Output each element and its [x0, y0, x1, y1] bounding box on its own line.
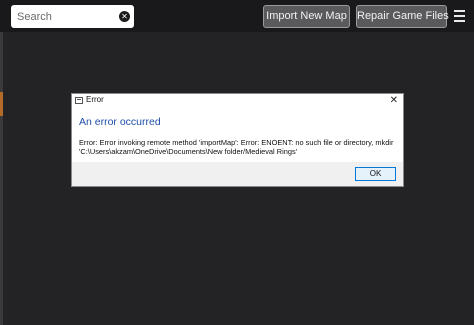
import-new-map-button[interactable]: Import New Map [263, 5, 350, 28]
dialog-heading: An error occurred [79, 116, 161, 128]
message-line-1: Error: Error invoking remote method 'imp… [79, 138, 394, 147]
search-box[interactable]: ✕ [11, 5, 134, 28]
close-icon[interactable]: ✕ [390, 94, 398, 107]
search-input[interactable] [17, 7, 117, 26]
dialog-titlebar[interactable]: Error ✕ [72, 94, 403, 108]
dialog-title: Error [86, 95, 104, 104]
message-line-2: 'C:\Users\akzam\OneDrive\Documents\New f… [79, 147, 298, 156]
dialog-footer: OK [72, 162, 403, 186]
left-scroll-strip [0, 32, 3, 325]
dialog-message: Error: Error invoking remote method 'imp… [79, 138, 399, 156]
error-dialog: Error ✕ An error occurred Error: Error i… [71, 93, 404, 187]
window-icon [75, 97, 83, 104]
ok-button[interactable]: OK [355, 167, 396, 181]
app-window: ✕ Import New Map Repair Game Files Error… [0, 0, 474, 325]
repair-game-files-button[interactable]: Repair Game Files [356, 5, 449, 28]
clear-icon[interactable]: ✕ [119, 11, 130, 22]
left-accent-marker [0, 92, 3, 116]
hamburger-menu-icon[interactable] [454, 10, 465, 22]
top-toolbar: ✕ Import New Map Repair Game Files [0, 0, 474, 32]
